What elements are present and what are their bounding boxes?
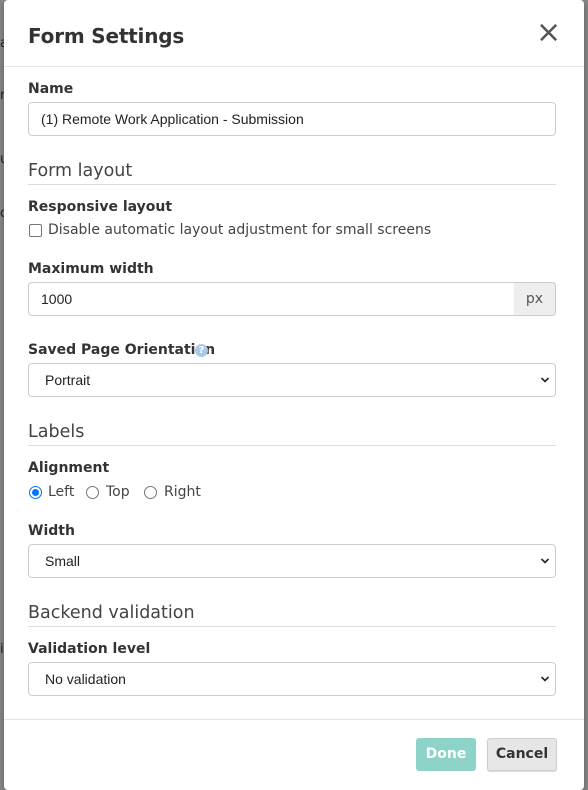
alignment-radio-top[interactable] bbox=[86, 486, 99, 499]
close-icon[interactable]: × bbox=[536, 18, 561, 48]
chevron-down-icon bbox=[541, 558, 549, 564]
modal-title: Form Settings bbox=[28, 24, 185, 48]
responsive-checkbox[interactable] bbox=[29, 224, 42, 237]
orientation-select-value: Portrait bbox=[45, 372, 91, 388]
section-title-labels: Labels bbox=[28, 422, 556, 446]
help-icon[interactable]: ? bbox=[195, 344, 208, 357]
alignment-radio-right[interactable] bbox=[144, 486, 157, 499]
form-settings-dialog: Form Settings × Name (1) Remote Work App… bbox=[4, 0, 584, 790]
cancel-button[interactable]: Cancel bbox=[487, 738, 557, 771]
section-title-form-layout: Form layout bbox=[28, 161, 556, 185]
modal-footer: Done Cancel bbox=[4, 719, 584, 790]
max-width-input[interactable]: 1000 bbox=[28, 282, 515, 316]
responsive-checkbox-label[interactable]: Disable automatic layout adjustment for … bbox=[48, 222, 431, 238]
orientation-select[interactable]: Portrait bbox=[28, 363, 556, 397]
alignment-radio-left[interactable] bbox=[29, 486, 42, 499]
done-button[interactable]: Done bbox=[416, 738, 476, 771]
validation-level-select[interactable]: No validation bbox=[28, 662, 556, 696]
name-label: Name bbox=[28, 81, 74, 97]
chevron-down-icon bbox=[541, 377, 549, 383]
validation-level-value: No validation bbox=[45, 671, 126, 687]
orientation-label: Saved Page Orientation bbox=[28, 342, 216, 358]
modal-header: Form Settings × bbox=[4, 0, 584, 67]
alignment-option-right[interactable]: Right bbox=[164, 484, 201, 500]
alignment-option-left[interactable]: Left bbox=[48, 484, 74, 500]
section-title-backend-validation: Backend validation bbox=[28, 603, 556, 627]
width-select[interactable]: Small bbox=[28, 544, 556, 578]
width-select-value: Small bbox=[45, 553, 81, 569]
chevron-down-icon bbox=[541, 676, 549, 682]
validation-level-label: Validation level bbox=[28, 641, 151, 657]
responsive-layout-label: Responsive layout bbox=[28, 199, 173, 215]
name-input[interactable]: (1) Remote Work Application - Submission bbox=[28, 102, 556, 136]
alignment-label: Alignment bbox=[28, 460, 110, 476]
alignment-option-top[interactable]: Top bbox=[106, 484, 130, 500]
max-width-unit: px bbox=[514, 282, 556, 316]
width-label: Width bbox=[28, 523, 75, 539]
max-width-label: Maximum width bbox=[28, 261, 154, 277]
